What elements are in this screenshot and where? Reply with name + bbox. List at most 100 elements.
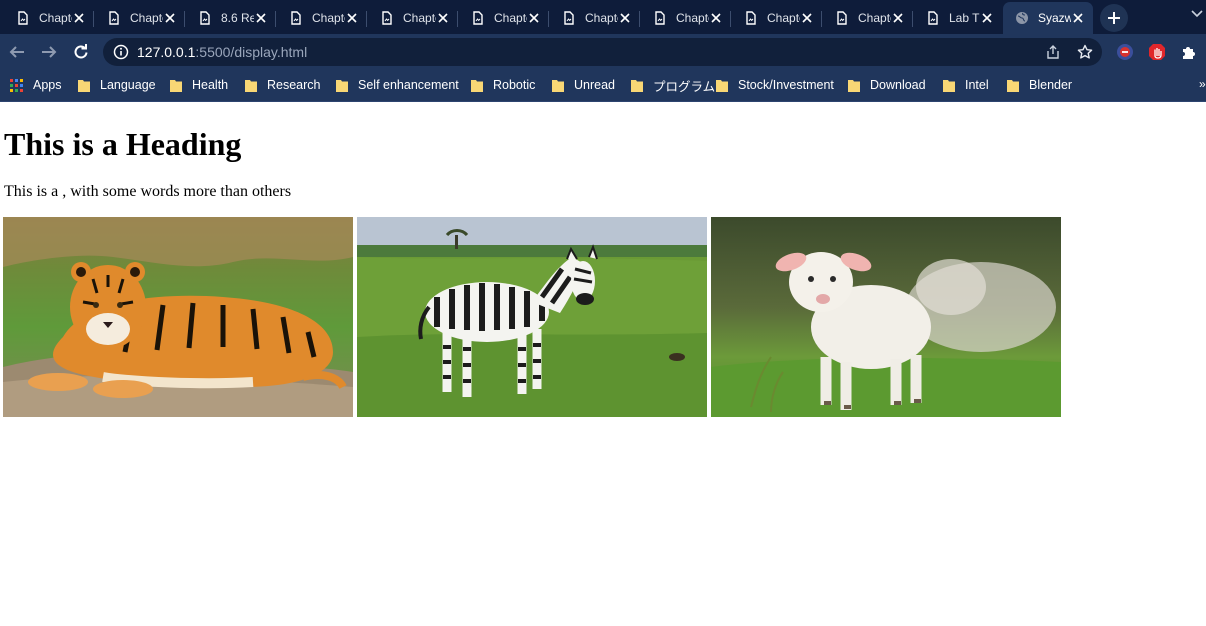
close-tab-icon[interactable] — [163, 11, 177, 25]
bookmark-folder-intel[interactable]: Intel — [943, 70, 989, 100]
bookmark-label: Self enhancement — [358, 78, 459, 92]
close-tab-icon[interactable] — [1071, 11, 1085, 25]
tab-search-chevron-icon[interactable] — [1190, 6, 1204, 20]
document-icon — [382, 11, 392, 25]
page-viewport: This is a Heading This is a , with some … — [0, 103, 1206, 626]
browser-toolbar: 127.0.0.1:5500/display.html — [0, 34, 1206, 70]
browser-tab[interactable]: Chapter — [641, 2, 731, 34]
info-icon[interactable] — [113, 44, 129, 60]
vpn-extension-icon[interactable] — [1116, 43, 1134, 61]
document-icon — [928, 11, 938, 25]
share-icon[interactable] — [1045, 44, 1061, 60]
browser-tab[interactable]: Chapter — [823, 2, 913, 34]
tab-title: Chapter — [403, 11, 436, 25]
tab-divider — [275, 11, 276, 27]
close-tab-icon[interactable] — [436, 11, 450, 25]
bookmark-folder-robotic[interactable]: Robotic — [471, 70, 535, 100]
tab-divider — [821, 11, 822, 27]
folder-icon — [716, 79, 728, 92]
close-tab-icon[interactable] — [891, 11, 905, 25]
url-text[interactable]: 127.0.0.1:5500/display.html — [137, 44, 307, 60]
browser-tab[interactable]: 8.6 Re — [186, 2, 276, 34]
folder-icon — [170, 79, 182, 92]
tab-title: Chapter — [585, 11, 618, 25]
plus-icon — [1108, 12, 1120, 24]
bookmark-folder-program[interactable]: プログラム — [631, 70, 715, 100]
close-tab-icon[interactable] — [254, 11, 268, 25]
browser-tab-active[interactable]: Syazw — [1003, 2, 1093, 34]
url-path: :5500/display.html — [195, 44, 308, 60]
close-tab-icon[interactable] — [618, 11, 632, 25]
close-tab-icon[interactable] — [72, 11, 86, 25]
apps-grid-icon — [10, 78, 23, 92]
tab-divider — [548, 11, 549, 27]
tab-title: Chapter — [676, 11, 709, 25]
document-icon — [564, 11, 574, 25]
url-host: 127.0.0.1 — [137, 44, 196, 60]
folder-icon — [1007, 79, 1019, 92]
bookmark-label: Research — [267, 78, 321, 92]
globe-icon — [1016, 12, 1028, 24]
browser-tab[interactable]: Chapter — [732, 2, 822, 34]
browser-tab[interactable]: Chapter — [277, 2, 367, 34]
bookmark-label: Unread — [574, 78, 615, 92]
reload-button[interactable] — [70, 41, 92, 63]
folder-icon — [78, 79, 90, 92]
folder-icon — [552, 79, 564, 92]
document-icon — [746, 11, 756, 25]
browser-tab[interactable]: Lab T — [914, 2, 1002, 34]
browser-tab[interactable]: Chapter — [550, 2, 640, 34]
bookmark-folder-stock-investment[interactable]: Stock/Investment — [716, 70, 834, 100]
bookmark-label: Health — [192, 78, 229, 92]
bookmark-folder-health[interactable]: Health — [170, 70, 228, 100]
close-tab-icon[interactable] — [800, 11, 814, 25]
document-icon — [655, 11, 665, 25]
bookmark-folder-self-enhancement[interactable]: Self enhancement — [336, 70, 459, 100]
bookmark-star-icon[interactable] — [1077, 44, 1093, 60]
bookmark-label: Blender — [1029, 78, 1073, 92]
tiger-image — [3, 217, 353, 417]
arrow-left-icon — [9, 46, 24, 58]
extensions-puzzle-icon[interactable] — [1180, 43, 1198, 61]
arrow-right-icon — [42, 46, 57, 58]
new-tab-button[interactable] — [1100, 4, 1128, 32]
bookmark-label: Language — [100, 78, 156, 92]
forward-button[interactable] — [38, 41, 60, 63]
close-tab-icon[interactable] — [980, 11, 994, 25]
tab-divider — [184, 11, 185, 27]
back-button[interactable] — [6, 41, 28, 63]
bookmark-folder-download[interactable]: Download — [848, 70, 926, 100]
folder-icon — [336, 79, 348, 92]
browser-tab[interactable]: Chapter — [459, 2, 549, 34]
bookmark-folder-language[interactable]: Language — [78, 70, 156, 100]
tab-divider — [93, 11, 94, 27]
bookmark-folder-blender[interactable]: Blender — [1007, 70, 1072, 100]
adblock-hand-icon[interactable] — [1148, 43, 1166, 61]
document-icon — [291, 11, 301, 25]
folder-icon — [631, 79, 643, 92]
tab-divider — [912, 11, 913, 27]
close-tab-icon[interactable] — [709, 11, 723, 25]
bookmark-folder-research[interactable]: Research — [245, 70, 321, 100]
tab-divider — [730, 11, 731, 27]
bookmark-label: Stock/Investment — [738, 78, 834, 92]
document-icon — [473, 11, 483, 25]
bookmark-folder-unread[interactable]: Unread — [552, 70, 615, 100]
tab-title: Chapter — [767, 11, 800, 25]
browser-tab[interactable]: Chapter — [95, 2, 185, 34]
tab-divider — [639, 11, 640, 27]
page-paragraph: This is a , with some words more than ot… — [4, 183, 292, 200]
close-tab-icon[interactable] — [345, 11, 359, 25]
more-bookmarks-button[interactable]: » — [1199, 77, 1206, 91]
bookmarks-bar: Apps Language Health Research Self enhan… — [0, 70, 1206, 102]
browser-tab[interactable]: Chapter — [4, 2, 94, 34]
address-bar[interactable]: 127.0.0.1:5500/display.html — [103, 38, 1102, 66]
tab-title: Chapter — [130, 11, 163, 25]
reload-icon — [74, 44, 88, 59]
browser-tab[interactable]: Chapter — [368, 2, 458, 34]
tab-title: Chapter — [494, 11, 527, 25]
document-icon — [109, 11, 119, 25]
tab-strip: Chapter Chapter 8.6 Re Chapter Chapter C… — [0, 0, 1206, 34]
bookmark-apps[interactable]: Apps — [10, 70, 62, 100]
close-tab-icon[interactable] — [527, 11, 541, 25]
